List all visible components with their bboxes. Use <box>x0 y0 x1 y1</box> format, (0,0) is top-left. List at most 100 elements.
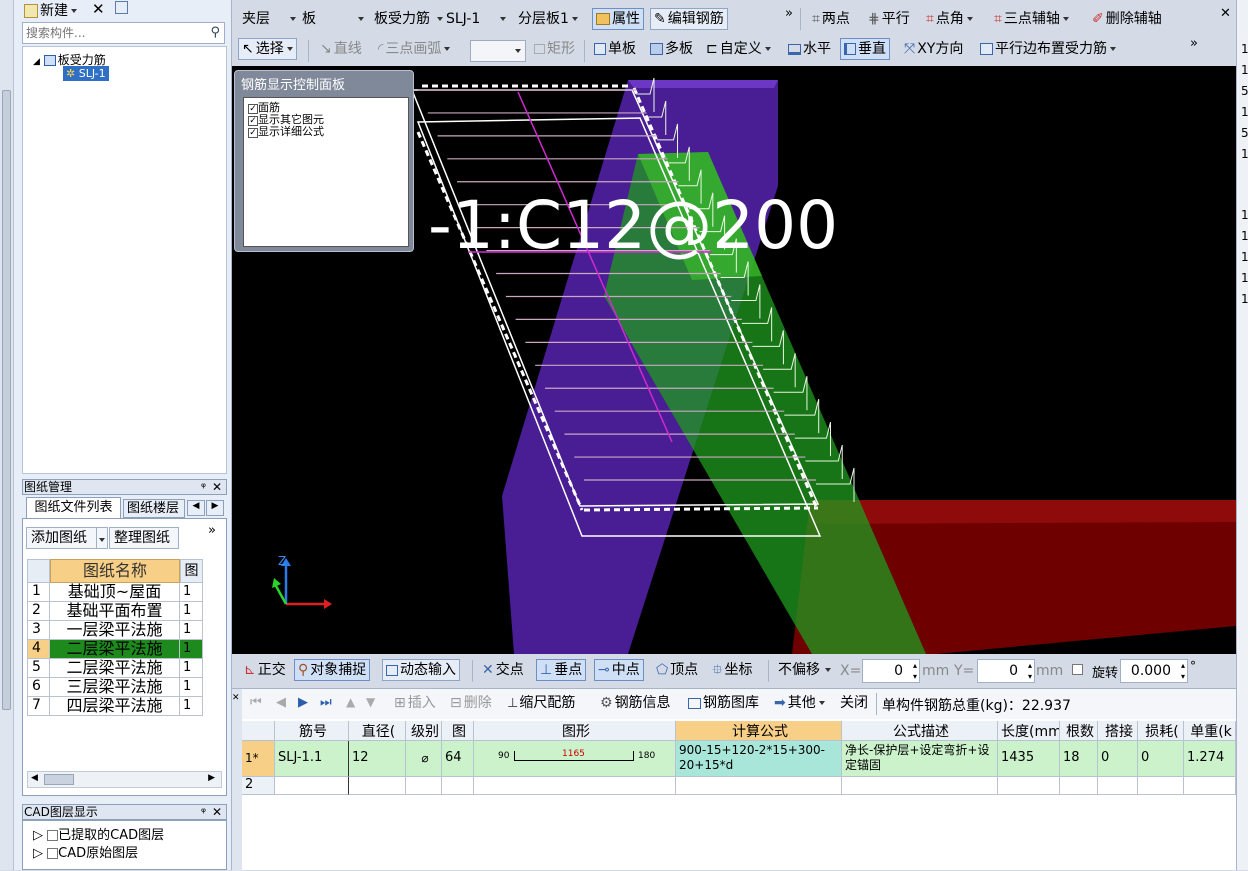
col-header[interactable]: 级别 <box>406 721 442 741</box>
h-scrollbar[interactable]: ◀ ▶ <box>27 771 222 788</box>
floor-select[interactable]: 夹层 <box>238 8 300 30</box>
row-index[interactable]: 2 <box>242 777 275 795</box>
col-header[interactable]: 单重(k <box>1184 721 1236 741</box>
col-header[interactable]: 损耗( <box>1138 721 1184 741</box>
more-icon[interactable]: » <box>785 6 793 21</box>
col-header[interactable]: 长度(mm <box>998 721 1060 741</box>
drawing-list-item[interactable]: 4 二层梁平法施 1 <box>27 640 203 659</box>
close-icon[interactable]: ✕ <box>212 805 222 819</box>
select-button[interactable]: ↖ 选择 <box>238 38 297 60</box>
tree-item-slj-1[interactable]: ✲ SLJ-1 <box>63 66 109 81</box>
three-point-axis-button[interactable]: ⌗ 三点辅轴 <box>990 8 1073 30</box>
down-icon[interactable]: ▼ <box>366 695 375 709</box>
cell-weight[interactable]: 1.274 <box>1184 741 1236 777</box>
rect-button[interactable]: 矩形 <box>530 38 579 60</box>
dynamic-input-button[interactable]: 动态输入 <box>382 659 460 681</box>
cell-length[interactable]: 1435 <box>998 741 1060 777</box>
cell-description[interactable]: 净长-保护层+设定弯折+设定锚固 <box>842 741 998 777</box>
insert-button[interactable]: ⊞ 插入 <box>390 692 440 714</box>
cell-count[interactable]: 18 <box>1060 741 1098 777</box>
ortho-button[interactable]: ⊾ 正交 <box>240 659 290 681</box>
line-button[interactable]: ↘ 直线 <box>316 38 366 60</box>
drawing-list-item[interactable]: 7 四层梁平法施 1 <box>27 697 203 716</box>
check-icon[interactable]: ✓ <box>248 116 258 126</box>
parallel-button[interactable]: ⋕ 平行 <box>864 8 914 30</box>
other-button[interactable]: ➡ 其他 <box>770 692 829 714</box>
cell-diameter[interactable]: 12 <box>349 741 406 777</box>
delete-button[interactable]: ⊟ 删除 <box>446 692 496 714</box>
x-input[interactable]: 0 ▴ ▾ <box>862 659 920 683</box>
col-name-header[interactable]: 图纸名称 <box>50 559 180 583</box>
scale-rebar-button[interactable]: ⟂ 缩尺配筋 <box>504 692 579 714</box>
tab-file-list[interactable]: 图纸文件列表 <box>26 497 121 518</box>
col-fig-header[interactable]: 图 <box>180 559 203 583</box>
col-header[interactable]: 直径( <box>349 721 406 741</box>
attribute-button[interactable]: 属性 <box>592 8 644 30</box>
horizontal-button[interactable]: 水平 <box>784 38 835 60</box>
midpoint-button[interactable]: ⊸ 中点 <box>594 659 644 681</box>
prev-icon[interactable]: ◀ <box>276 695 286 710</box>
cell-name[interactable]: SLJ-1.1 <box>275 741 349 777</box>
more-icon[interactable]: » <box>1190 36 1198 51</box>
rebar-library-button[interactable]: 钢筋图库 <box>684 692 763 714</box>
option-show-formula[interactable]: ✓显示详细公式 <box>248 126 324 138</box>
more-icon[interactable]: » <box>208 523 216 538</box>
cell-loss[interactable]: 0 <box>1138 741 1184 777</box>
coordinate-button[interactable]: ⯐ 坐标 <box>708 659 757 681</box>
scroll-left-icon[interactable]: ◀ <box>31 773 38 783</box>
copy-icon[interactable] <box>115 1 128 14</box>
col-header[interactable]: 搭接 <box>1098 721 1138 741</box>
panel-grip[interactable]: ✕ <box>232 689 242 871</box>
xy-direction-button[interactable]: ⤧ XY方向 <box>900 38 967 60</box>
col-header[interactable]: 图形 <box>474 721 676 741</box>
last-icon[interactable]: ⏭ <box>320 695 332 710</box>
close-icon[interactable]: ✕ <box>232 693 240 703</box>
up-icon[interactable]: ▲ <box>346 695 355 709</box>
cell-formula[interactable]: 900-15+120-2*15+300-20+15*d <box>676 741 842 777</box>
offset-select[interactable]: 不偏移 <box>774 659 835 681</box>
checkbox[interactable] <box>47 848 59 859</box>
rotate-checkbox[interactable] <box>1072 664 1083 675</box>
two-point-button[interactable]: ⌗ 两点 <box>808 8 854 30</box>
spinner-icon[interactable]: ▴ ▾ <box>1181 660 1185 682</box>
component-select[interactable]: SLJ-1 <box>442 8 510 30</box>
close-button[interactable]: 关闭 <box>836 692 872 714</box>
arc-button[interactable]: ◜ 三点画弧 <box>374 38 454 60</box>
vertical-button[interactable]: 垂直 <box>840 38 890 60</box>
type-select[interactable]: 板 <box>298 8 368 30</box>
check-icon[interactable]: ✓ <box>248 128 258 138</box>
intersect-button[interactable]: ✕ 交点 <box>478 659 528 681</box>
perpendicular-button[interactable]: ⊥ 垂点 <box>536 659 587 681</box>
tab-next-icon[interactable]: ▶ <box>206 500 224 516</box>
pin-icon[interactable]: ᵠ <box>201 805 206 819</box>
single-board-button[interactable]: 单板 <box>590 38 640 60</box>
drawing-list-item[interactable]: 2 基础平面布置 1 <box>27 602 203 621</box>
object-snap-button[interactable]: ⚲ 对象捕捉 <box>294 659 371 681</box>
add-drawing-dropdown[interactable] <box>96 527 108 549</box>
row-index[interactable]: 1* <box>242 741 275 777</box>
shape-select[interactable] <box>470 40 526 62</box>
pin-icon[interactable]: ᵠ <box>201 480 206 494</box>
check-icon[interactable]: ✓ <box>248 104 258 114</box>
cell-lap[interactable]: 0 <box>1098 741 1138 777</box>
custom-button[interactable]: ⊏ 自定义 <box>702 38 775 60</box>
col-header[interactable]: 筋号 <box>275 721 349 741</box>
parallel-edge-button[interactable]: 平行边布置受力筋 <box>976 38 1120 60</box>
col-header[interactable]: 公式描述 <box>842 721 998 741</box>
cell-grade[interactable]: ⌀ <box>406 741 442 777</box>
3d-viewport[interactable]: -1:C12@200 Z 钢筋显示控制面板 ✓面筋 ✓显示其它图元 ✓显示详细公… <box>232 66 1236 654</box>
edit-rebar-button[interactable]: ✎ 编辑钢筋 <box>650 8 728 30</box>
checkbox[interactable] <box>47 830 59 841</box>
search-input[interactable] <box>23 23 199 43</box>
spinner-icon[interactable]: ▴ ▾ <box>913 660 917 682</box>
cad-layer-extracted[interactable]: ▷ 已提取的CAD图层 <box>33 824 164 843</box>
tab-floor[interactable]: 图纸楼层 <box>123 499 185 518</box>
vertex-button[interactable]: ⬠ 顶点 <box>652 659 702 681</box>
delete-axis-button[interactable]: ✐ 删除辅轴 <box>1088 8 1166 30</box>
drawing-list-item[interactable]: 5 二层梁平法施 1 <box>27 659 203 678</box>
cell-fig[interactable]: 64 <box>442 741 474 777</box>
subtype-select[interactable]: 板受力筋 <box>370 8 447 30</box>
close-icon[interactable]: ✕ <box>1220 6 1231 21</box>
col-header[interactable]: 根数 <box>1060 721 1098 741</box>
spinner-icon[interactable]: ▴ ▾ <box>1028 660 1032 682</box>
